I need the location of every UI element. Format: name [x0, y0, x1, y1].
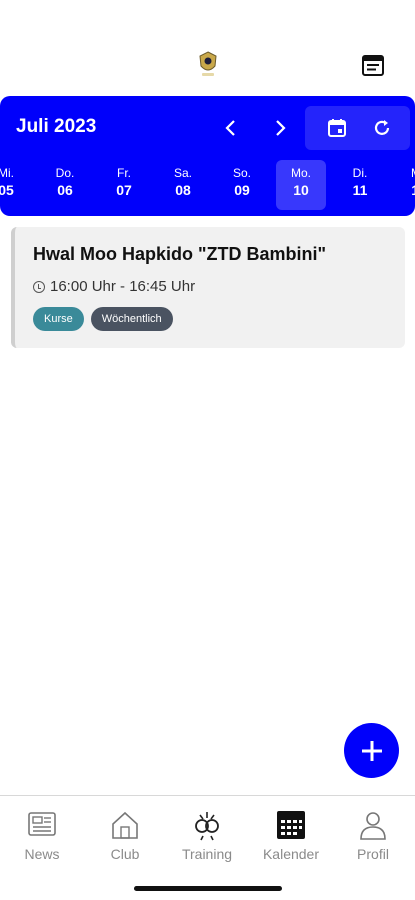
add-event-button[interactable] — [344, 723, 399, 778]
refresh-icon — [374, 120, 390, 135]
chevron-left-icon — [225, 120, 235, 136]
event-time: 16:00 Uhr - 16:45 Uhr — [50, 278, 196, 295]
day-date: 11 — [352, 182, 368, 198]
day-name: Fr. — [117, 166, 131, 180]
day-item[interactable]: Mi. 12 — [394, 160, 415, 210]
day-strip: Mi. 05 Do. 06 Fr. 07 Sa. 08 So. 09 Mo. 1… — [0, 160, 415, 212]
day-name: Di. — [352, 166, 368, 180]
day-date: 05 — [0, 182, 14, 198]
day-name: Do. — [55, 166, 75, 180]
home-icon — [112, 811, 138, 839]
calendar-icon[interactable] — [360, 52, 386, 78]
tab-label: Club — [110, 846, 140, 862]
refresh-button[interactable] — [368, 114, 396, 142]
day-item[interactable]: Sa. 08 — [158, 160, 208, 210]
tab-label: Kalender — [262, 846, 320, 862]
day-item[interactable]: Mi. 05 — [0, 160, 31, 210]
day-name: Mi. — [0, 166, 14, 180]
calendar-tools — [305, 106, 410, 150]
day-date: 06 — [57, 182, 73, 198]
day-name: Mi. — [394, 166, 415, 180]
day-name: Sa. — [173, 166, 192, 180]
month-title: Juli 2023 — [16, 116, 97, 137]
tab-kalender[interactable]: Kalender — [251, 808, 331, 862]
profile-icon — [360, 812, 386, 840]
calendar-header: Juli 2023 Mi. 05 Do. 06 Fr. 07 Sa. 08 So… — [0, 96, 415, 216]
calendar-grid-icon — [277, 811, 305, 839]
tab-label: Training — [181, 846, 233, 862]
plus-icon — [361, 740, 382, 761]
day-item[interactable]: Di. 11 — [335, 160, 385, 210]
newspaper-icon — [28, 812, 56, 836]
tag-badge: Wöchentlich — [90, 307, 173, 331]
calendar-today-icon — [328, 119, 346, 137]
tab-training[interactable]: Training — [167, 808, 247, 862]
next-week-button[interactable] — [262, 110, 298, 146]
day-item-selected[interactable]: Mo. 10 — [276, 160, 326, 210]
event-card[interactable]: Hwal Moo Hapkido "ZTD Bambini" 16:00 Uhr… — [11, 227, 405, 348]
day-date: 08 — [175, 182, 191, 198]
day-item[interactable]: Fr. 07 — [99, 160, 149, 210]
day-name: Mo. — [290, 166, 311, 180]
tag-badge: Kurse — [33, 307, 84, 331]
screen: Juli 2023 Mi. 05 Do. 06 Fr. 07 Sa. 08 So… — [0, 0, 415, 900]
event-tags: Kurse Wöchentlich — [33, 307, 173, 331]
day-item[interactable]: So. 09 — [217, 160, 267, 210]
tab-label: News — [24, 846, 60, 862]
event-title: Hwal Moo Hapkido "ZTD Bambini" — [33, 244, 327, 264]
bottom-tab-bar: News Club Training Kalender Profil — [0, 795, 415, 900]
today-button[interactable] — [323, 114, 351, 142]
top-app-bar — [0, 0, 415, 100]
club-crest-logo — [199, 51, 217, 76]
tab-profil[interactable]: Profil — [333, 808, 413, 862]
day-name: So. — [232, 166, 251, 180]
day-item[interactable]: Do. 06 — [40, 160, 90, 210]
previous-week-button[interactable] — [213, 110, 249, 146]
training-icon — [195, 812, 219, 841]
event-time-row: 16:00 Uhr - 16:45 Uhr — [33, 278, 195, 295]
chevron-right-icon — [276, 120, 286, 136]
tab-news[interactable]: News — [2, 808, 82, 862]
day-date: 10 — [293, 182, 309, 198]
day-date: 09 — [234, 182, 250, 198]
clock-icon — [33, 280, 45, 293]
day-date: 12 — [394, 182, 415, 198]
tab-label: Profil — [357, 846, 389, 862]
tab-club[interactable]: Club — [85, 808, 165, 862]
day-date: 07 — [116, 182, 132, 198]
home-indicator — [134, 886, 282, 891]
